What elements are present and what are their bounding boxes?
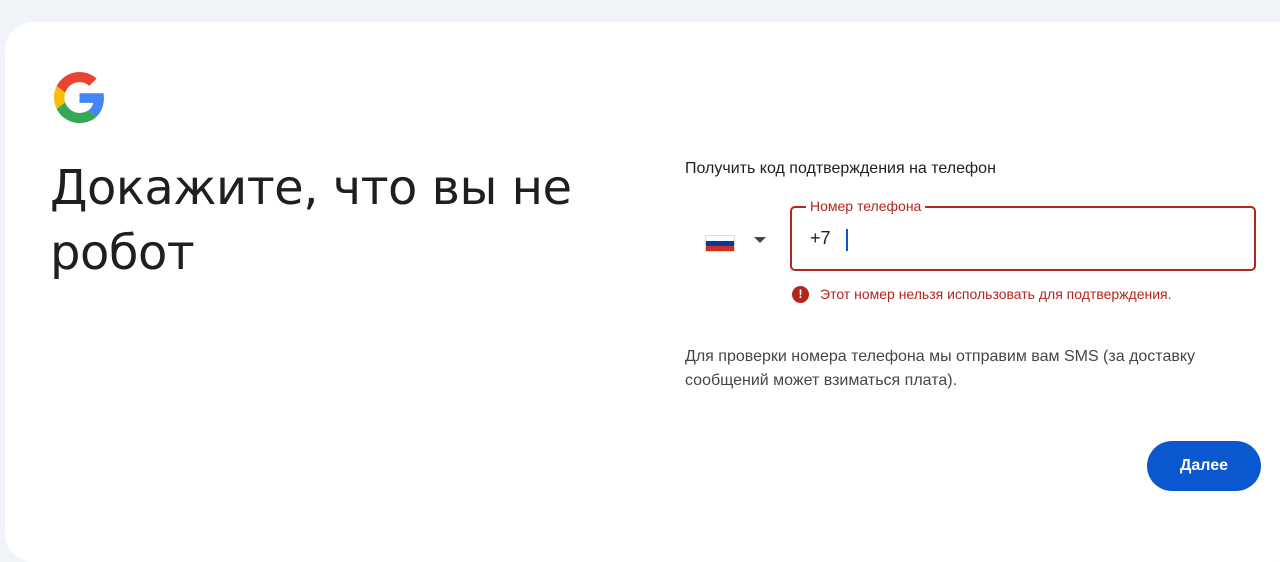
phone-field[interactable]: Номер телефона xyxy=(790,198,1256,271)
next-button[interactable]: Далее xyxy=(1147,441,1261,491)
sms-note: Для проверки номера телефона мы отправим… xyxy=(685,348,1196,389)
text-cursor xyxy=(846,229,848,251)
chevron-down-icon xyxy=(754,237,766,243)
google-logo-icon xyxy=(54,72,104,123)
page-title: Докажите, что вы не робот xyxy=(50,160,572,281)
error-icon: ! xyxy=(792,285,809,303)
country-selector[interactable] xyxy=(690,218,780,264)
page-subtitle: Получить код подтверждения на телефон xyxy=(685,160,996,177)
error-message: ! Этот номер нельзя использовать для под… xyxy=(792,285,1172,303)
russia-flag-icon xyxy=(706,236,734,251)
phone-field-label: Номер телефона xyxy=(806,198,926,214)
error-text: Этот номер нельзя использовать для подтв… xyxy=(820,286,1172,302)
phone-input[interactable] xyxy=(810,224,1230,252)
